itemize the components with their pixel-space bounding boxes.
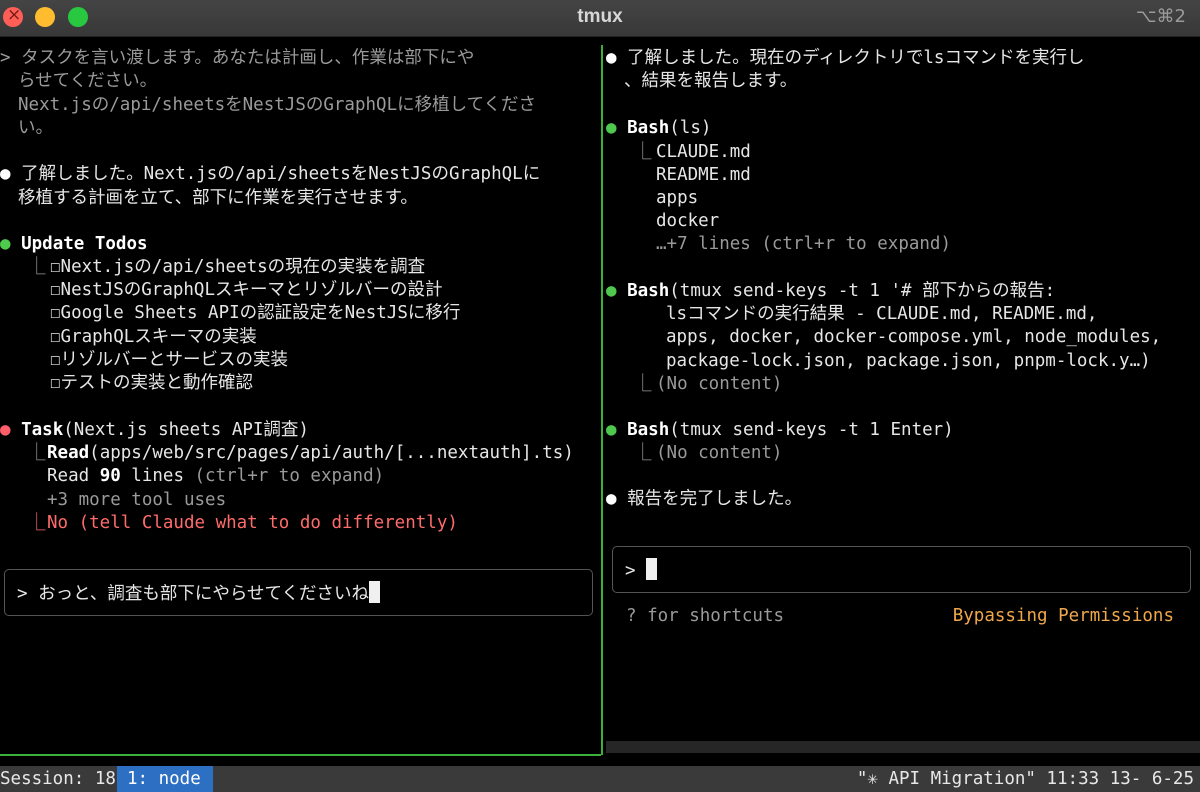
todo-item: ☐Google Sheets APIの認証設定をNestJSに移行: [50, 303, 461, 323]
prompt-marker: >: [0, 48, 11, 68]
user-prompt-line: らせてください。: [18, 71, 158, 91]
todo-item: ☐GraphQLスキーマの実装: [50, 327, 257, 347]
file-entry: docker: [656, 211, 720, 231]
bash-tool-arg: lsコマンドの実行結果 - CLAUDE.md, README.md,: [666, 304, 1098, 324]
read-suffix: lines: [120, 466, 184, 486]
right-pane[interactable]: ● 了解しました。現在のディレクトリでlsコマンドを実行し 、結果を報告します。…: [604, 37, 1200, 754]
file-entry: README.md: [656, 165, 751, 185]
tree-branch-icon: ⎿: [634, 142, 652, 162]
input-prompt-marker: >: [625, 561, 636, 581]
tree-branch-icon: ⎿: [28, 513, 46, 533]
bash-tool-arg: (tmux send-keys -t 1 Enter): [669, 420, 954, 440]
todo-item: ☐Next.jsの/api/sheetsの現在の実装を調査: [50, 257, 426, 277]
expand-hint: …+7 lines (ctrl+r to expand): [656, 234, 952, 254]
user-prompt-line: Next.jsの/api/sheetsをNestJSのGraphQLに移植してく…: [18, 95, 537, 115]
assistant-message-line: 了解しました。Next.jsの/api/sheetsをNestJSのGraphQ…: [21, 164, 541, 184]
tool-status-icon: ●: [0, 234, 11, 254]
text-cursor: [369, 581, 381, 603]
task-arg: (Next.js sheets API調査): [63, 420, 309, 440]
assistant-message-line: 、結果を報告します。: [624, 71, 798, 91]
tool-result: (No content): [656, 374, 783, 394]
tree-branch-icon: ⎿: [28, 257, 46, 277]
left-input-text[interactable]: おっと、調査も部下にやらせてくださいね: [38, 584, 369, 604]
bash-tool-name: Bash: [627, 420, 670, 440]
todos-title: Update Todos: [21, 234, 148, 254]
expand-hint: (ctrl+r to expand): [183, 466, 385, 486]
pane-divider[interactable]: [601, 45, 603, 755]
task-name: Task: [21, 420, 64, 440]
tree-branch-icon: ⎿: [28, 443, 46, 463]
active-pane-border: [0, 754, 601, 756]
todo-item: ☐テストの実装と動作確認: [50, 373, 254, 393]
status-right-info: "✳ API Migration" 11:33 13- 6-25: [856, 769, 1194, 789]
read-tool-label: Read: [47, 443, 90, 463]
task-status-icon: ●: [0, 420, 11, 440]
message-bullet-icon: ●: [606, 48, 617, 68]
session-label: Session: 18: [0, 769, 116, 789]
tool-status-icon: ●: [606, 420, 617, 440]
bash-tool-name: Bash: [627, 118, 670, 138]
assistant-message-line: 移植する計画を立て、部下に作業を実行させます。: [18, 188, 418, 208]
tmux-status-bar: Session: 18 1: node "✳ API Migration" 11…: [0, 766, 1200, 792]
todo-item: ☐リゾルバーとサービスの実装: [50, 350, 289, 370]
bash-tool-arg: apps, docker, docker-compose.yml, node_m…: [666, 327, 1162, 347]
permission-mode: Bypassing Permissions: [952, 606, 1174, 626]
read-prefix: Read: [47, 466, 100, 486]
file-entry: CLAUDE.md: [656, 142, 751, 162]
rejection-message: No (tell Claude what to do differently): [47, 513, 458, 533]
assistant-message-line: 了解しました。現在のディレクトリでlsコマンドを実行し: [627, 48, 1085, 68]
right-input-box[interactable]: >: [612, 546, 1191, 593]
bash-tool-arg: package-lock.json, package.json, pnpm-lo…: [666, 351, 1151, 371]
window-tab-node[interactable]: 1: node: [117, 766, 213, 792]
message-bullet-icon: ●: [606, 489, 617, 509]
window-shortcut: ⌥⌘2: [1135, 6, 1186, 27]
read-tool-path: (apps/web/src/pages/api/auth/[...nextaut…: [89, 443, 574, 463]
shortcuts-hint: ? for shortcuts: [626, 606, 785, 626]
user-prompt-line: タスクを言い渡します。あなたは計画し、作業は部下にや: [21, 48, 475, 68]
file-entry: apps: [656, 188, 699, 208]
bash-tool-arg: (ls): [669, 118, 712, 138]
text-cursor: [646, 558, 658, 580]
bash-tool-arg: (tmux send-keys -t 1 '# 部下からの報告:: [669, 281, 1056, 301]
input-prompt-marker: >: [17, 584, 28, 604]
left-input-box[interactable]: > おっと、調査も部下にやらせてくださいね: [4, 569, 593, 616]
user-prompt-line: い。: [18, 118, 53, 138]
read-line-count: 90: [99, 466, 121, 486]
assistant-message-line: 報告を完了しました。: [627, 489, 803, 509]
tree-branch-icon: ⎿: [634, 443, 652, 463]
message-bullet-icon: ●: [0, 164, 11, 184]
window-titlebar: tmux ⌥⌘2: [0, 0, 1200, 37]
todo-item: ☐NestJSのGraphQLスキーマとリゾルバーの設計: [50, 280, 443, 300]
window-title: tmux: [577, 6, 623, 27]
tool-status-icon: ●: [606, 118, 617, 138]
tree-branch-icon: ⎿: [634, 374, 652, 394]
tool-status-icon: ●: [606, 281, 617, 301]
bash-tool-name: Bash: [627, 281, 670, 301]
more-tool-uses: +3 more tool uses: [47, 490, 227, 510]
tool-result: (No content): [656, 443, 783, 463]
left-pane[interactable]: > タスクを言い渡します。あなたは計画し、作業は部下にや らせてください。 Ne…: [0, 37, 600, 754]
right-pane-scrollbar[interactable]: [606, 741, 1200, 753]
